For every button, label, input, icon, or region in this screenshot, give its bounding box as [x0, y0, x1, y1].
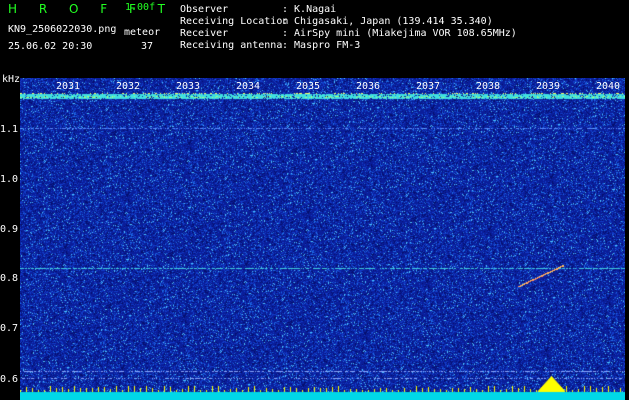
y-tick-label: 1.1: [0, 124, 19, 135]
y-tick-label: 0.6: [0, 374, 19, 385]
y-tick-label: 0.9: [0, 224, 19, 235]
x-tick-label: 2036: [356, 81, 381, 92]
x-tick-label: 2031: [56, 81, 81, 92]
x-tick-label: 2037: [416, 81, 441, 92]
x-tick-label: 2035: [296, 81, 321, 92]
x-tick-label: 2032: [116, 81, 141, 92]
y-tick-label: 1.0: [0, 174, 19, 185]
x-tick-label: 2034: [236, 81, 261, 92]
antenna-label: Receiving antenna: [180, 40, 283, 51]
x-tick-label: 2038: [476, 81, 501, 92]
location-value: : Chigasaki, Japan (139.414 35.340): [282, 16, 493, 27]
receiver-value: : AirSpy mini (Miakejima VOR 108.65MHz): [282, 28, 517, 39]
app-version: 1.00f: [125, 2, 156, 13]
header-panel: H R O F F T 1.00f KN9_2506022030.png met…: [0, 0, 629, 75]
spectrogram-canvas: [20, 78, 625, 400]
x-tick-label: 2039: [536, 81, 561, 92]
antenna-value: : Maspro FM-3: [282, 40, 361, 51]
observation-datetime: 25.06.02 20:30: [8, 41, 93, 52]
waterfall-plot: [20, 78, 625, 400]
observer-value: : K.Nagai: [282, 4, 337, 15]
receiver-label: Receiver: [180, 28, 229, 39]
meteor-label: meteor: [124, 27, 161, 38]
meteor-count: 37: [141, 41, 154, 52]
x-tick-label: 2033: [176, 81, 201, 92]
image-filename: KN9_2506022030.png: [8, 24, 117, 35]
observer-label: Observer: [180, 4, 229, 15]
x-tick-label: 2040: [596, 81, 621, 92]
location-label: Receiving Location: [180, 16, 289, 27]
y-tick-label: 0.7: [0, 323, 19, 334]
y-tick-label: 0.8: [0, 273, 19, 284]
y-axis-unit: kHz: [2, 74, 21, 85]
